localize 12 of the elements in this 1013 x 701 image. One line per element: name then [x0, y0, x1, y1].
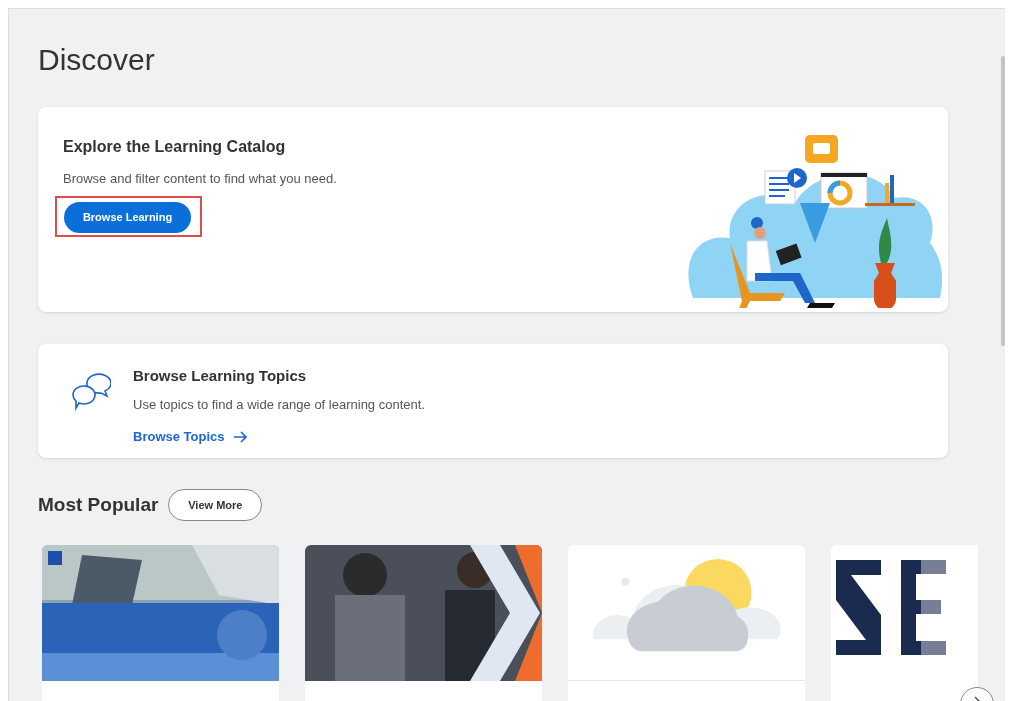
scrollbar-thumb[interactable]: [1001, 56, 1005, 346]
page-title: Discover: [38, 42, 155, 78]
card-title: Browse Learning Topics: [133, 366, 307, 386]
chat-bubbles-icon: [71, 371, 111, 411]
card-description: Browse and filter content to find what you need.: [63, 170, 337, 188]
view-more-button[interactable]: View More: [168, 489, 263, 521]
section-title: Most Popular: [38, 492, 159, 517]
card-title: Explore the Learning Catalog: [63, 137, 286, 157]
card-description: Use topics to find a wide range of learning content.: [133, 395, 425, 414]
browse-topics-link[interactable]: Browse Topics: [133, 427, 247, 447]
browse-learning-button[interactable]: Browse Learning: [64, 201, 191, 233]
arrow-right-icon: [232, 430, 247, 443]
